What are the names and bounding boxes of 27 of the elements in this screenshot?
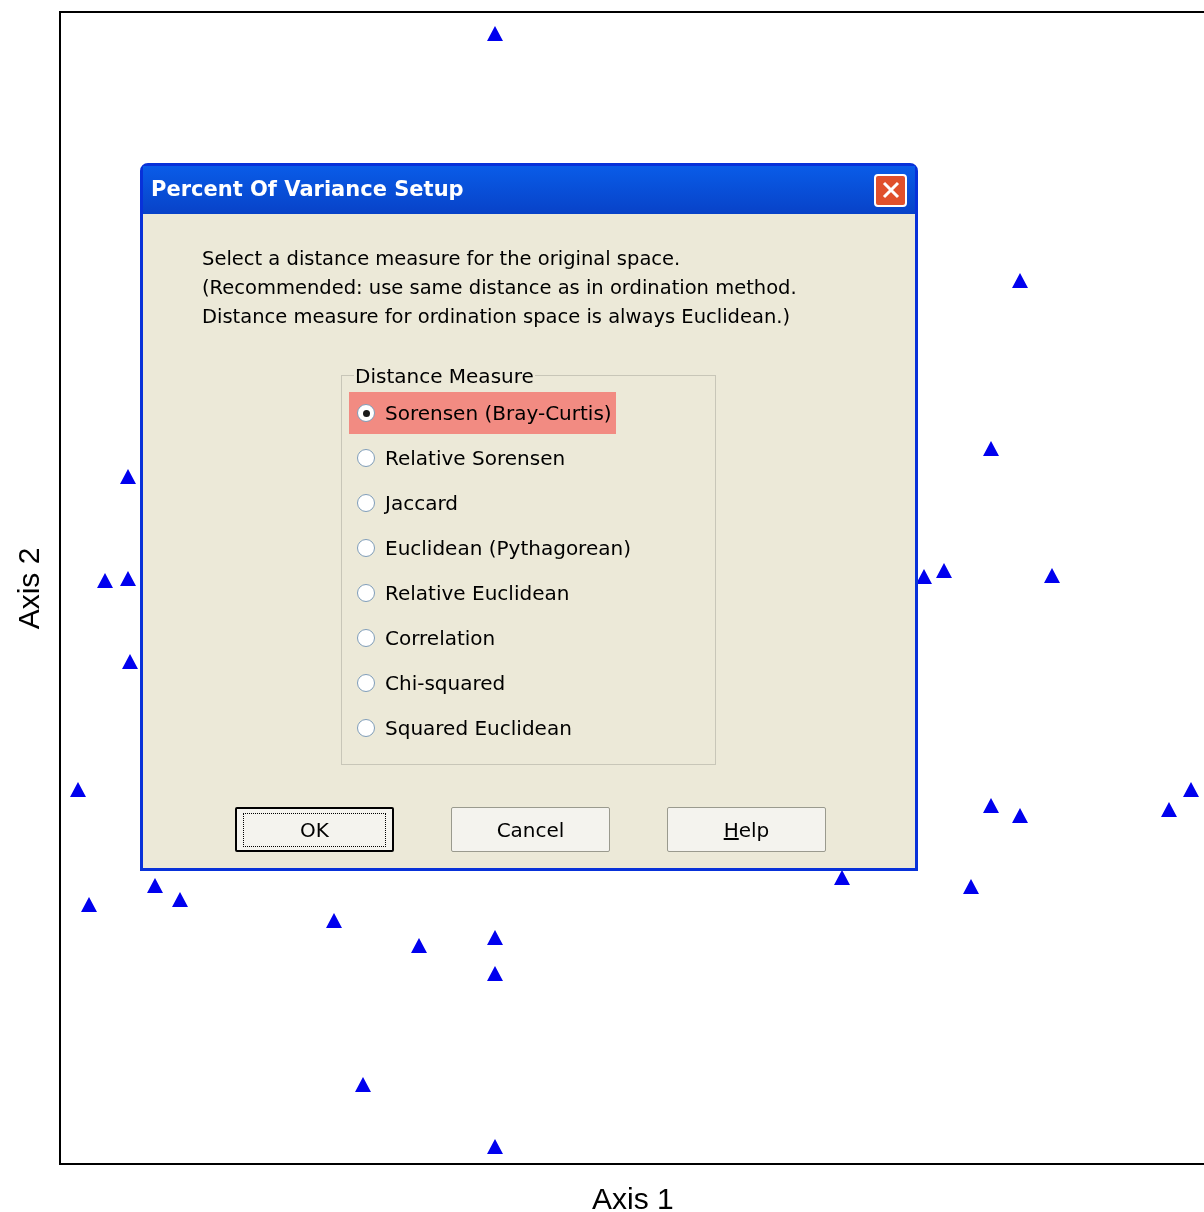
dialog-button[interactable]: Help [667,807,826,852]
radio-option[interactable]: Correlation [349,617,500,659]
radio-option[interactable]: Jaccard [349,482,462,524]
close-icon [881,181,900,199]
radio-button-icon [357,539,375,557]
radio-button-icon [357,584,375,602]
instruction-text: Distance measure for ordination space is always Euclidean.) [202,304,792,330]
window-title: Percent Of Variance Setup [151,176,464,204]
y-axis-label: Axis 2 [11,547,47,630]
radio-option[interactable]: Relative Sorensen [349,437,570,479]
radio-option[interactable]: Relative Euclidean [349,572,574,614]
x-axis-label: Axis 1 [592,1181,674,1212]
dialog-button[interactable]: Cancel [451,807,610,852]
instruction-text: (Recommended: use same distance as in ordination method. [202,275,798,301]
radio-button-icon [357,449,375,467]
radio-button-icon [357,719,375,737]
radio-button-icon [357,674,375,692]
radio-option[interactable]: Euclidean (Pythagorean) [349,527,635,569]
instruction-text: Select a distance measure for the original space. [202,246,682,272]
radio-option[interactable]: Chi-squared [349,662,510,704]
radio-button-icon [357,494,375,512]
radio-option[interactable]: Squared Euclidean [349,707,576,749]
radio-button-icon [357,629,375,647]
radio-option[interactable]: Sorensen (Bray-Curtis) [349,392,616,434]
close-button[interactable] [874,173,907,207]
radio-button-icon [357,404,375,422]
dialog-button[interactable]: OK [235,807,394,852]
